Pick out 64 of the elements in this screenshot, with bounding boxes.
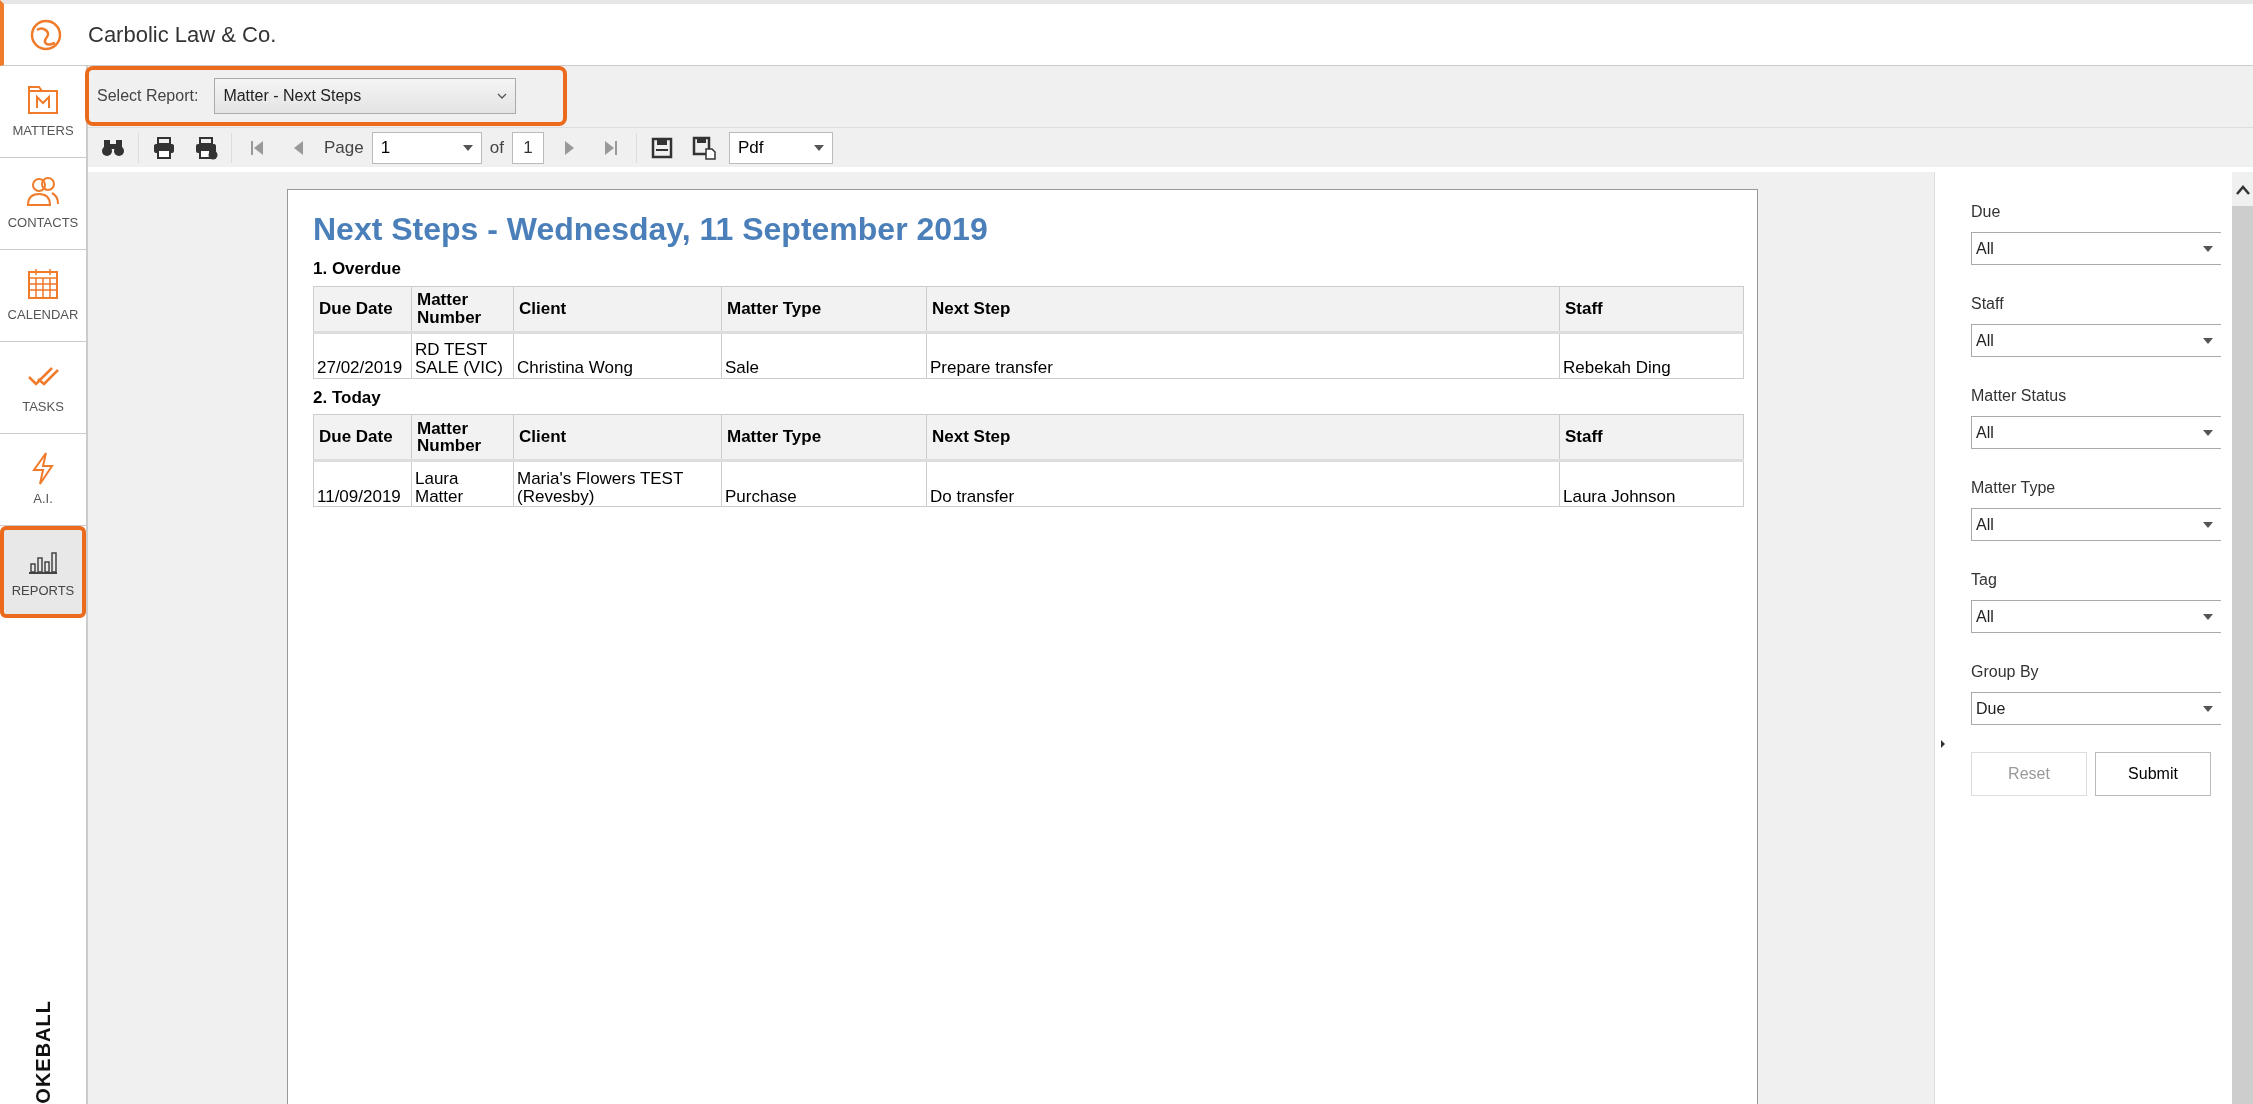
table-cell: Maria's Flowers TEST (Revesby) [513, 460, 722, 507]
filter-select[interactable]: All [1971, 416, 2221, 449]
column-header: Matter Number [411, 286, 514, 333]
people-icon [26, 174, 60, 209]
collapse-icon[interactable] [1941, 740, 1945, 748]
logo-icon [29, 17, 63, 52]
report-select[interactable]: Matter - Next Steps [214, 78, 517, 114]
action-button[interactable]: Submit [2095, 752, 2211, 796]
caret-icon [2203, 705, 2213, 712]
calendar-icon [26, 266, 60, 301]
sidebar-item[interactable]: REPORTS [0, 526, 86, 618]
caret-icon [2203, 429, 2213, 436]
caret-icon [2203, 521, 2213, 528]
table-cell: 11/09/2019 [313, 460, 412, 507]
filter-select[interactable]: All [1971, 232, 2221, 265]
caret-icon [462, 144, 473, 151]
group-heading: 2. Today [313, 386, 382, 409]
filter-label: Staff [1971, 294, 2005, 314]
format-select[interactable]: Pdf [728, 131, 833, 164]
table-cell: 27/02/2019 [313, 332, 412, 379]
scroll-up-icon[interactable] [2234, 184, 2251, 196]
column-header: Client [513, 286, 722, 333]
table-cell: Prepare transfer [926, 332, 1560, 379]
filter-label: Due [1971, 202, 2002, 222]
app-title: Carbolic Law & Co. [88, 21, 277, 49]
column-header: Next Step [926, 414, 1560, 461]
table-cell: Rebekah Ding [1559, 332, 1744, 379]
chevron-down-icon [497, 93, 508, 99]
filter-label: Matter Type [1971, 478, 2057, 498]
page-label: Page [324, 136, 364, 159]
filter-label: Matter Status [1971, 386, 2068, 406]
filter-select[interactable]: Due [1971, 692, 2221, 725]
column-header: Matter Number [411, 414, 514, 461]
column-header: Due Date [313, 414, 412, 461]
caret-icon [2203, 337, 2213, 344]
table-cell: Laura Matter [411, 460, 514, 507]
table-cell: Purchase [721, 460, 927, 507]
column-header: Staff [1559, 286, 1744, 333]
report-title: Next Steps - Wednesday, 11 September 2019 [313, 210, 989, 249]
caret-icon [2203, 613, 2213, 620]
column-header: Due Date [313, 286, 412, 333]
column-header: Next Step [926, 286, 1560, 333]
caret-icon [813, 144, 824, 151]
table-cell: Christina Wong [513, 332, 722, 379]
caret-icon [2203, 245, 2213, 252]
brand-text: OKEBALL [31, 1000, 55, 1104]
filter-label: Tag [1971, 570, 1998, 590]
page-select[interactable]: 1 [371, 131, 482, 164]
of-label: of [489, 136, 504, 159]
group-heading: 1. Overdue [313, 258, 402, 281]
column-header: Matter Type [721, 286, 927, 333]
table-cell: Laura Johnson [1559, 460, 1744, 507]
column-header: Staff [1559, 414, 1744, 461]
filter-select[interactable]: All [1971, 508, 2221, 541]
column-header: Matter Type [721, 414, 927, 461]
column-header: Client [513, 414, 722, 461]
table-cell: Do transfer [926, 460, 1560, 507]
table-cell: Sale [721, 332, 927, 379]
table-cell: RD TEST SALE (VIC) [411, 332, 514, 379]
filter-select[interactable]: All [1971, 600, 2221, 633]
select-report-label: Select Report: [97, 86, 199, 106]
filter-label: Group By [1971, 662, 2040, 682]
page-count-field[interactable]: 1 [511, 131, 544, 164]
filter-select[interactable]: All [1971, 324, 2221, 357]
